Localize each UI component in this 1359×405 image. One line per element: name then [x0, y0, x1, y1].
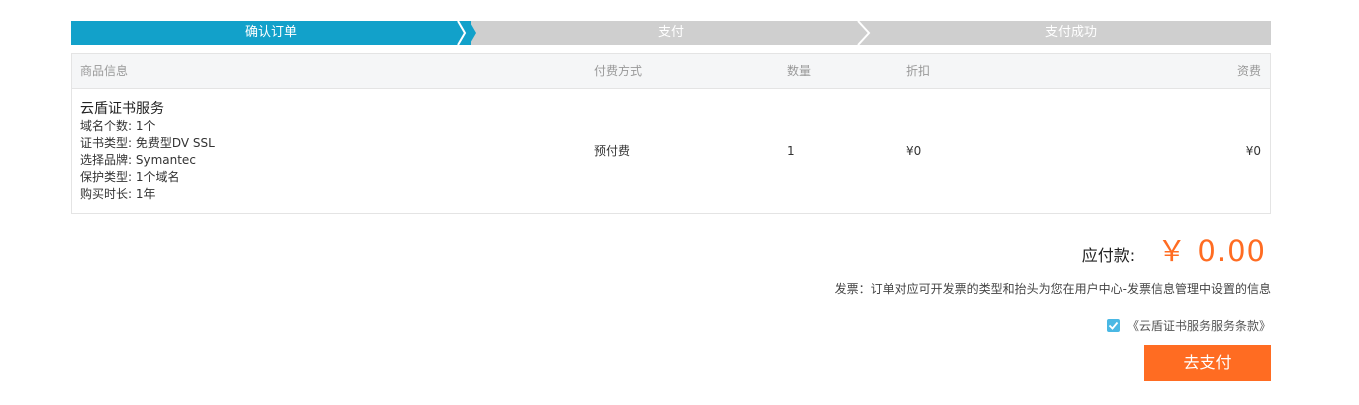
order-table: 商品信息 付费方式 数量 折扣 资费 云盾证书服务 域名个数: 1个 证书类型:… — [71, 53, 1271, 214]
step-arrow-icon — [456, 21, 476, 45]
spec-cert-type: 证书类型: 免费型DV SSL — [80, 136, 215, 150]
spec-domain-count: 域名个数: 1个 — [80, 119, 156, 133]
step-label: 确认订单 — [244, 25, 297, 40]
cell-payment-method: 预付费 — [594, 144, 631, 158]
product-name: 云盾证书服务 — [80, 101, 164, 117]
spec-protection-type: 保护类型: 1个域名 — [80, 170, 180, 184]
step-arrow-icon — [856, 21, 876, 45]
header-product: 商品信息 — [80, 64, 129, 78]
amount-due-value: ￥ 0.00 — [1157, 234, 1266, 268]
agreement-checkbox[interactable] — [1106, 319, 1120, 332]
cell-discount: ¥0 — [906, 144, 922, 158]
amount-due: 应付款: ￥ 0.00 — [1082, 228, 1266, 268]
agreement: 《云盾证书服务服务条款》 — [1106, 317, 1271, 334]
header-discount: 折扣 — [906, 64, 931, 78]
spec-duration: 购买时长: 1年 — [80, 187, 156, 201]
step-label: 支付 — [657, 25, 684, 40]
step-label: 支付成功 — [1044, 25, 1097, 40]
invoice-note: 发票：订单对应可开发票的类型和抬头为您在用户中心-发票信息管理中设置的信息 — [834, 282, 1271, 296]
amount-due-label: 应付款: — [1081, 246, 1136, 265]
product-info: 云盾证书服务 域名个数: 1个 证书类型: 免费型DV SSL 选择品牌: Sy… — [80, 100, 215, 203]
step-payment: 支付 — [471, 21, 871, 45]
step-confirm-order: 确认订单 — [71, 21, 471, 45]
cell-quantity: 1 — [787, 144, 795, 158]
header-payment-method: 付费方式 — [594, 64, 643, 78]
pay-button[interactable]: 去支付 — [1144, 345, 1271, 381]
header-quantity: 数量 — [787, 64, 812, 78]
step-payment-success: 支付成功 — [871, 21, 1271, 45]
header-fee: 资费 — [1236, 64, 1261, 78]
spec-brand: 选择品牌: Symantec — [80, 153, 196, 167]
table-row: 云盾证书服务 域名个数: 1个 证书类型: 免费型DV SSL 选择品牌: Sy… — [72, 89, 1270, 213]
cell-fee: ¥0 — [1245, 144, 1261, 158]
agreement-link[interactable]: 《云盾证书服务服务条款》 — [1127, 317, 1271, 334]
progress-steps: 确认订单 支付 支付成功 — [71, 21, 1271, 45]
check-icon — [1108, 321, 1119, 330]
table-header: 商品信息 付费方式 数量 折扣 资费 — [72, 54, 1270, 89]
